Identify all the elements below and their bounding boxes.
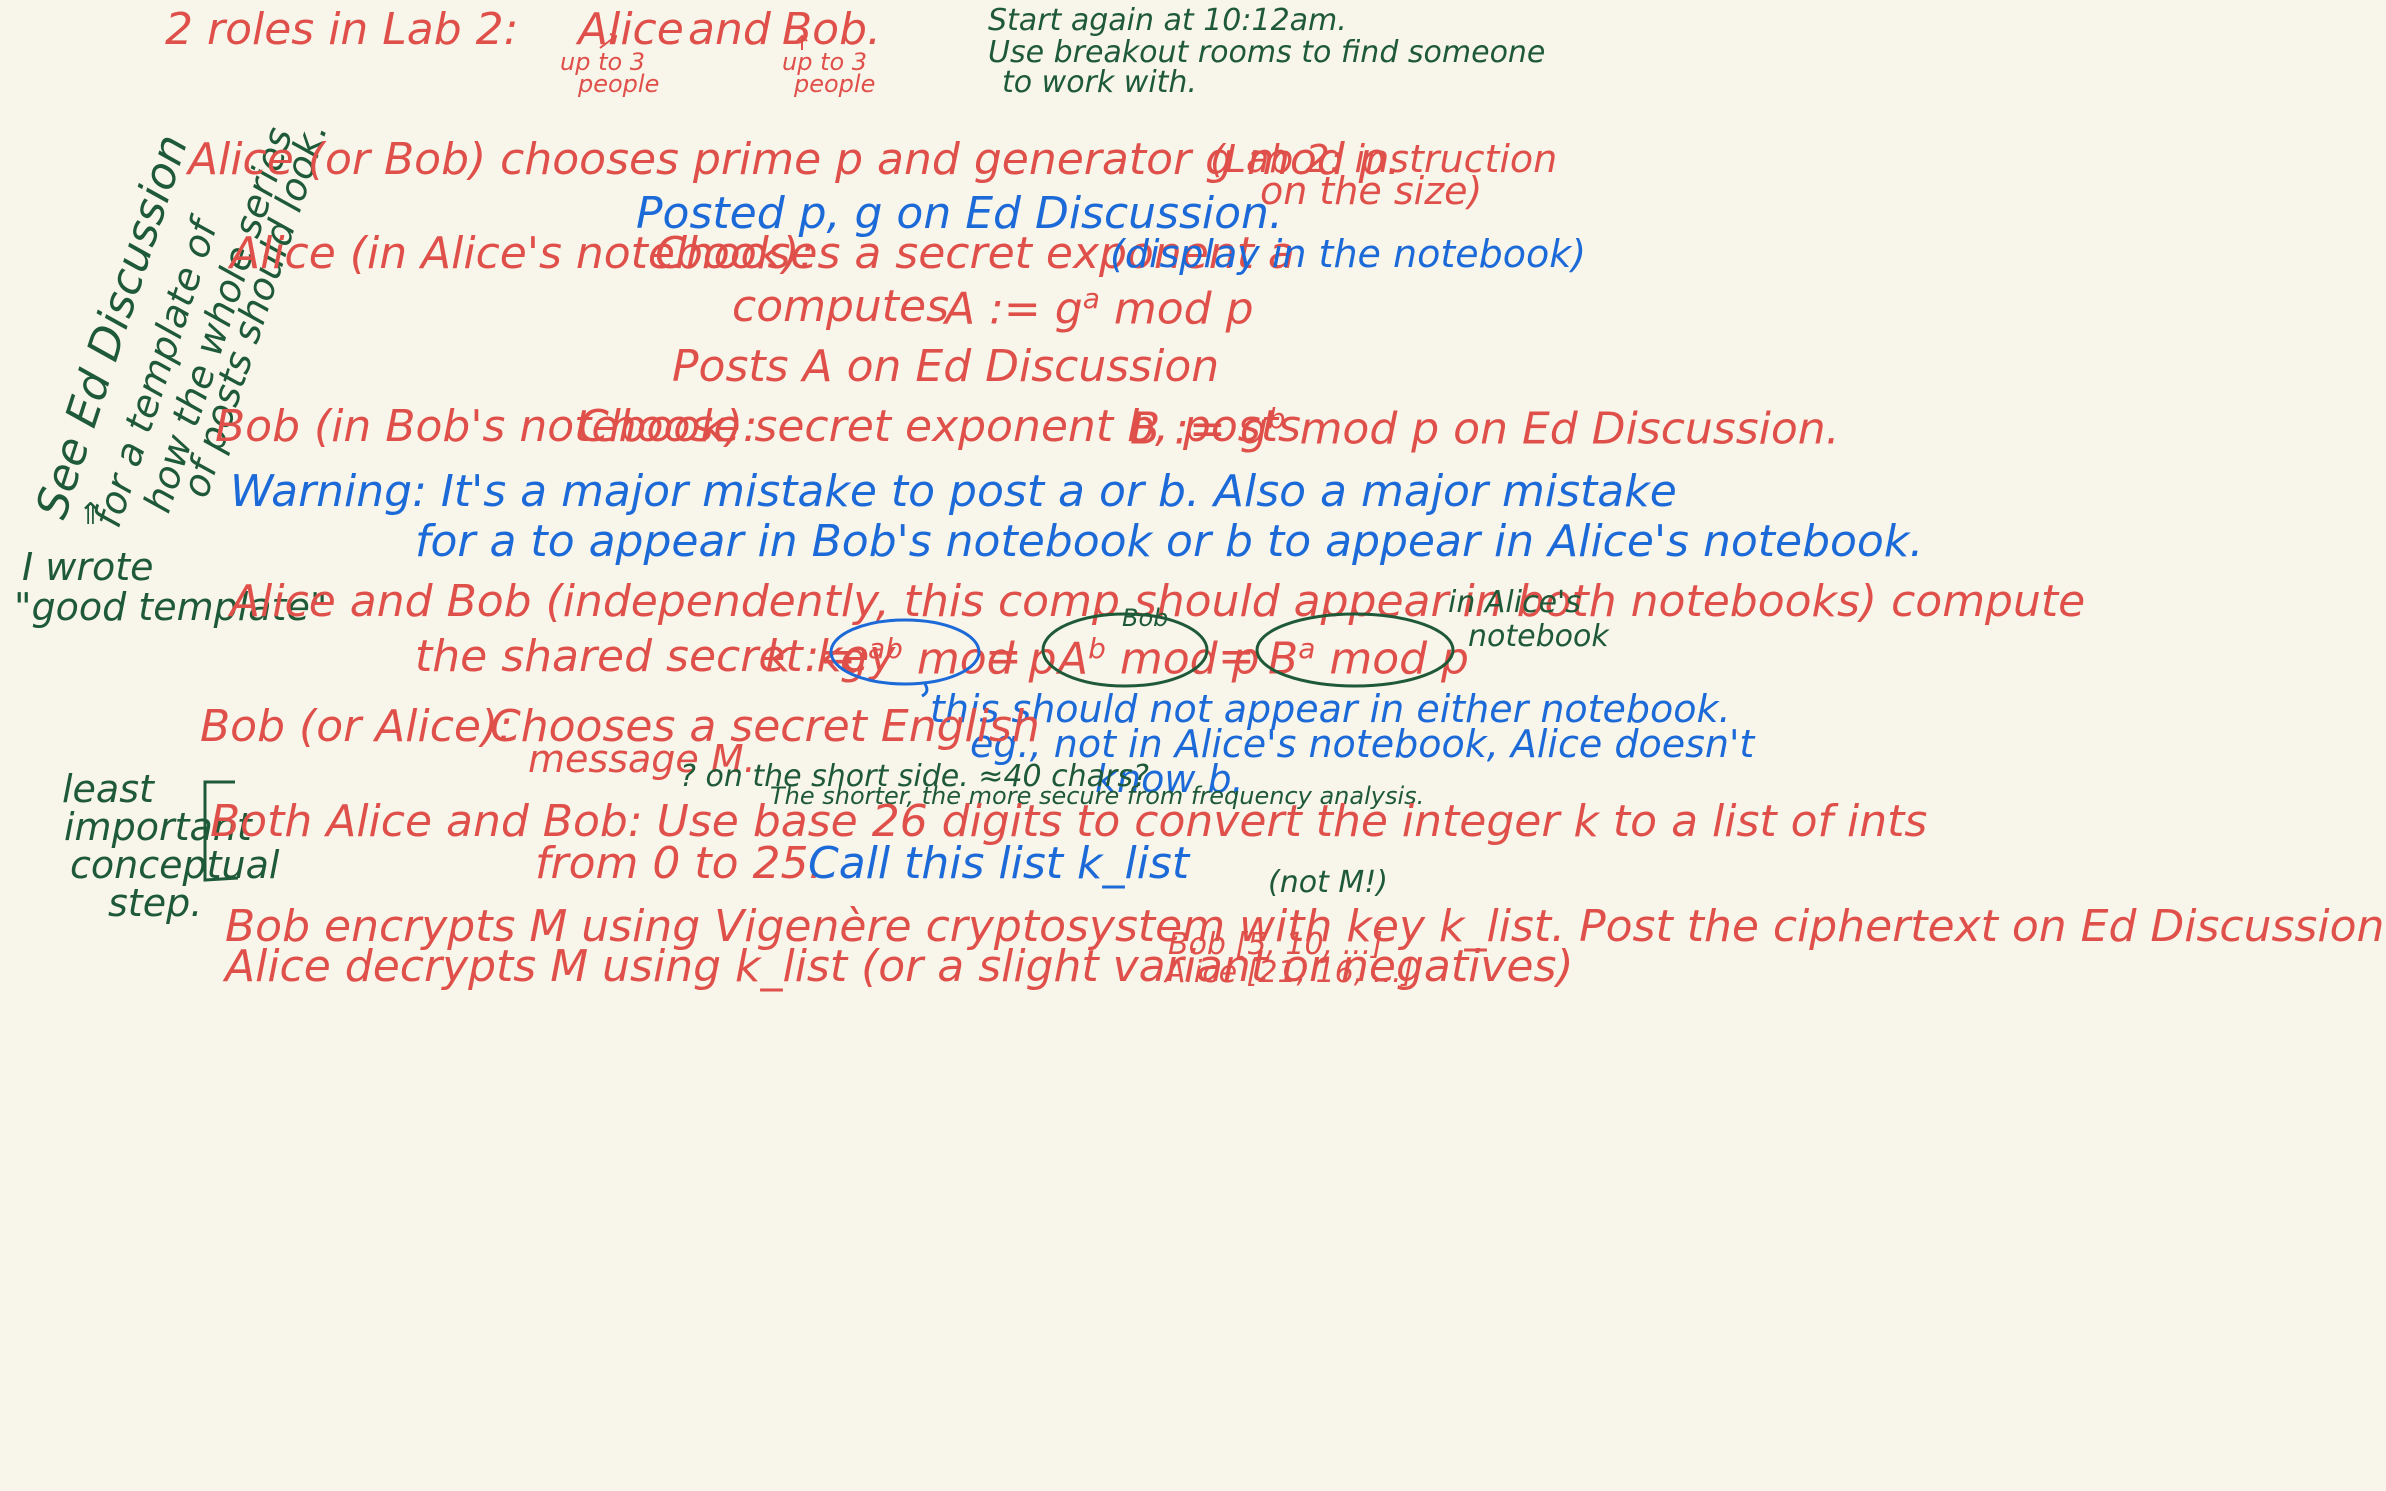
- step4-eq1: =: [985, 631, 1022, 682]
- wrote-line1: I wrote: [22, 545, 154, 589]
- step4-eq2: =: [1218, 631, 1255, 682]
- roles-heading: 2 roles in Lab 2:: [165, 4, 519, 55]
- step6-range: from 0 to 25.: [535, 838, 823, 889]
- step2-formula-lhs: A := g: [945, 283, 1083, 335]
- step4-bob-note: Bob: [1122, 604, 1169, 632]
- step2-posts: Posts A on Ed Discussion: [672, 341, 1220, 392]
- least-line4: step.: [108, 881, 203, 925]
- restart-line3: to work with.: [1002, 65, 1197, 100]
- step4-B: B: [1268, 633, 1299, 685]
- step7-note: (not M!): [1268, 865, 1388, 900]
- step6-klist: Call this list k_list: [808, 838, 1190, 889]
- step7-alice-list: Alice [21, 16, ...]: [1165, 955, 1414, 990]
- restart-line1: Start again at 10:12am.: [988, 3, 1347, 38]
- step3-formula: B := gb mod p on Ed Discussion.: [1130, 405, 1840, 452]
- alice-role: Alice: [578, 4, 684, 55]
- bob-role: Bob.: [782, 4, 882, 55]
- up-arrow-icon: ⇑: [78, 497, 104, 532]
- step4-B-term: Ba mod p: [1268, 635, 1469, 682]
- step4-A-exp: b: [1088, 632, 1106, 665]
- step3-formula-exp: b: [1267, 402, 1286, 435]
- step2-computes: computes: [732, 281, 950, 332]
- least-line1: least: [62, 767, 154, 811]
- restart-line2: Use breakout rooms to find someone: [988, 35, 1546, 70]
- step4-g-exp: ab: [867, 632, 903, 665]
- step4-alice-note-line2: notebook: [1468, 619, 1609, 654]
- and-text: and: [688, 4, 771, 55]
- step4-B-mod: mod p: [1329, 633, 1469, 685]
- step4-A: A: [1058, 633, 1089, 685]
- step2-note: (display in the notebook): [1110, 232, 1587, 276]
- alice-note-line2: people: [578, 70, 660, 98]
- step5-label: Bob (or Alice):: [200, 701, 513, 752]
- step4-note-line2: eg., not in Alice's notebook, Alice does…: [970, 722, 1755, 766]
- step3-formula-rest: mod p on Ed Discussion.: [1299, 403, 1840, 455]
- step2-formula-exp: a: [1082, 282, 1100, 315]
- step1-note-line2: on the size): [1260, 169, 1483, 213]
- step2-formula: A := ga mod p: [945, 285, 1254, 332]
- warning-line2: for a to appear in Bob's notebook or b t…: [415, 516, 1924, 567]
- gab-circle-tail: [921, 683, 929, 698]
- step3-formula-lhs: B := g: [1130, 403, 1268, 455]
- step4-B-exp: a: [1298, 632, 1316, 665]
- step2-formula-mod: mod p: [1113, 283, 1254, 335]
- step4-alice-note-line1: in Alice's: [1448, 585, 1581, 620]
- step4-g-term: gab mod p: [840, 635, 1057, 682]
- least-line3: conceptual: [70, 843, 280, 887]
- step4-g: g: [840, 633, 868, 685]
- warning-line1: Warning: It's a major mistake to post a …: [230, 466, 1677, 517]
- bob-note-line2: people: [794, 70, 876, 98]
